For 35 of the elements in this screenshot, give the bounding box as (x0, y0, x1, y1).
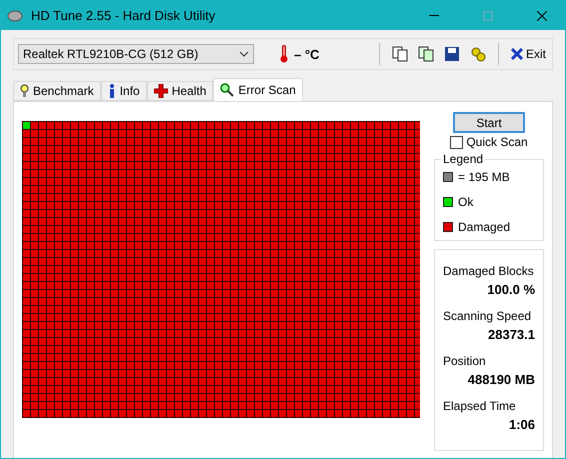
legend-label: = 195 MB (458, 170, 510, 184)
info-icon (108, 84, 116, 98)
temperature-reading: – °C (294, 46, 320, 62)
legend-label: Damaged (458, 220, 510, 234)
tab[interactable]: Info (100, 81, 147, 101)
stat-label: Damaged Blocks (443, 264, 535, 278)
start-button[interactable]: Start (453, 112, 525, 133)
exit-button[interactable]: Exit (508, 45, 548, 63)
legend-label: Ok (458, 195, 474, 209)
maximize-icon (483, 10, 493, 20)
tab[interactable]: Error Scan (213, 78, 303, 101)
hard-disk-icon (7, 8, 23, 22)
minimize-icon (429, 15, 439, 16)
drive-dropdown[interactable]: Realtek RTL9210B-CG (512 GB) (18, 44, 254, 64)
quick-scan-checkbox[interactable]: Quick Scan (450, 135, 528, 149)
thermometer-icon (280, 45, 288, 63)
stat-label: Scanning Speed (443, 309, 532, 323)
copy-all-icon[interactable] (416, 44, 436, 64)
tab[interactable]: Health (146, 81, 214, 101)
stat-label: Elapsed Time (443, 399, 517, 413)
stat-value: 1:06 (508, 417, 535, 432)
chevron-down-icon (239, 51, 249, 57)
search-icon (220, 83, 234, 97)
copy-icon[interactable] (390, 44, 410, 64)
close-icon (537, 10, 547, 20)
window-title: HD Tune 2.55 - Hard Disk Utility (31, 8, 216, 23)
lightbulb-icon (20, 84, 29, 98)
tab[interactable]: Benchmark (13, 81, 101, 101)
stat-value: 28373.1 (487, 327, 535, 342)
stat-label: Position (443, 354, 487, 368)
stat-value: 488190 MB (466, 372, 535, 387)
close-icon (510, 48, 523, 60)
cross-icon (154, 84, 168, 98)
stat-value: 100.0 % (486, 282, 535, 297)
legend-title: Legend (441, 152, 486, 166)
